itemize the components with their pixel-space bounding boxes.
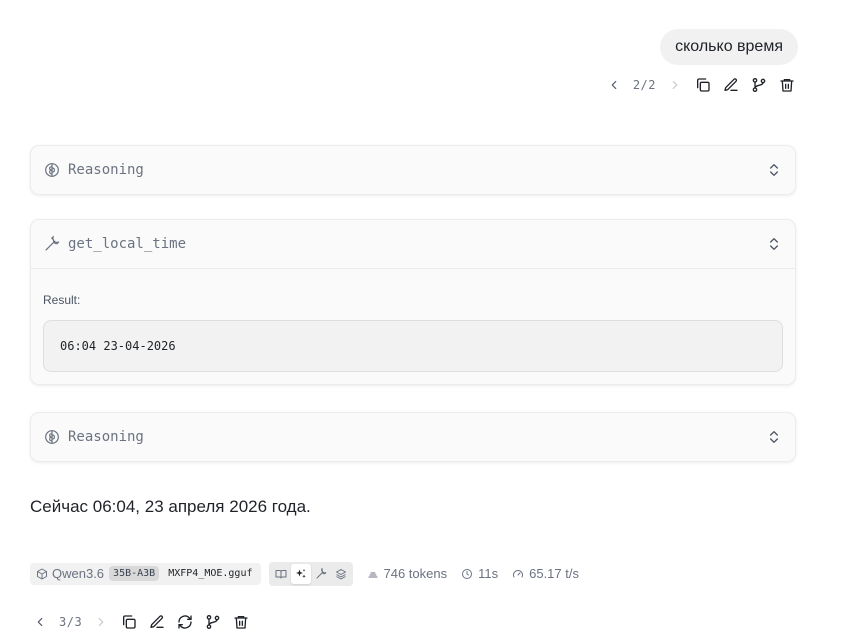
edit-button[interactable] bbox=[720, 74, 742, 96]
duration-text: 11s bbox=[478, 566, 499, 581]
wrench-icon bbox=[45, 236, 60, 251]
user-message-bubble: сколько время bbox=[660, 29, 798, 65]
mode-tools-button[interactable] bbox=[311, 564, 331, 584]
assistant-message-actions: 3/3 bbox=[29, 611, 252, 633]
speed: 65.17 t/s bbox=[512, 566, 579, 581]
delete-button[interactable] bbox=[230, 611, 252, 633]
prev-version-button[interactable] bbox=[29, 611, 51, 633]
mode-read-button[interactable] bbox=[271, 564, 291, 584]
next-version-button[interactable] bbox=[664, 74, 686, 96]
stack-icon bbox=[368, 572, 377, 577]
prev-version-button[interactable] bbox=[603, 74, 625, 96]
chevrons-up-down-icon[interactable] bbox=[766, 236, 782, 252]
tool-result-section: Result: 06:04 23-04-2026 bbox=[31, 268, 795, 384]
cube-icon bbox=[37, 568, 47, 579]
chevrons-up-down-icon[interactable] bbox=[766, 162, 782, 178]
generation-stats: Qwen3.6 35B-A3B MXFP4_MOE.gguf 746 token… bbox=[30, 561, 579, 586]
trash-icon bbox=[234, 616, 248, 629]
chevron-left-icon bbox=[611, 80, 617, 90]
token-count: 746 tokens bbox=[367, 566, 448, 581]
copy-icon bbox=[697, 78, 710, 92]
result-value: 06:04 23-04-2026 bbox=[60, 339, 176, 353]
next-version-button[interactable] bbox=[90, 611, 112, 633]
mode-layers-button[interactable] bbox=[331, 564, 351, 584]
reasoning-header[interactable]: Reasoning bbox=[31, 413, 795, 461]
refresh-icon bbox=[178, 615, 192, 629]
duration: 11s bbox=[461, 566, 498, 581]
model-chip[interactable]: Qwen3.6 35B-A3B MXFP4_MOE.gguf bbox=[30, 562, 261, 585]
clock-icon bbox=[462, 568, 473, 579]
reasoning-title: Reasoning bbox=[68, 429, 144, 445]
copy-icon bbox=[123, 615, 136, 629]
mode-sparkle-button[interactable] bbox=[290, 563, 311, 584]
chevron-left-icon bbox=[37, 617, 43, 627]
sparkles-icon bbox=[295, 568, 306, 578]
delete-button[interactable] bbox=[776, 74, 798, 96]
branch-button[interactable] bbox=[202, 611, 224, 633]
copy-button[interactable] bbox=[692, 74, 714, 96]
result-label: Result: bbox=[43, 293, 81, 307]
result-value-box: 06:04 23-04-2026 bbox=[43, 320, 783, 372]
tool-name: get_local_time bbox=[68, 236, 187, 252]
reasoning-panel[interactable]: Reasoning bbox=[30, 145, 796, 195]
reasoning-header[interactable]: Reasoning bbox=[31, 146, 795, 194]
copy-button[interactable] bbox=[118, 611, 140, 633]
tool-call-panel: get_local_time Result: 06:04 23-04-2026 bbox=[30, 219, 796, 385]
model-name: Qwen3.6 bbox=[52, 566, 105, 581]
branch-button[interactable] bbox=[748, 74, 770, 96]
chevrons-up-down-icon[interactable] bbox=[766, 429, 782, 445]
trash-icon bbox=[780, 79, 794, 92]
gauge-icon bbox=[513, 569, 524, 577]
edit-button[interactable] bbox=[146, 611, 168, 633]
speed-text: 65.17 t/s bbox=[529, 566, 579, 581]
model-size-badge: 35B-A3B bbox=[109, 566, 160, 581]
chevron-right-icon bbox=[98, 617, 104, 627]
regenerate-button[interactable] bbox=[174, 611, 196, 633]
token-count-text: 746 tokens bbox=[383, 566, 448, 581]
tool-call-header[interactable]: get_local_time bbox=[31, 220, 795, 268]
branch-icon bbox=[752, 78, 766, 92]
edit-icon bbox=[150, 615, 164, 628]
brain-icon bbox=[45, 163, 59, 177]
edit-icon bbox=[724, 78, 738, 91]
reasoning-title: Reasoning bbox=[68, 162, 144, 178]
version-pager: 3/3 bbox=[59, 615, 83, 629]
user-message-actions: 2/2 bbox=[603, 74, 798, 96]
version-pager: 2/2 bbox=[632, 78, 656, 92]
user-message-text: сколько время bbox=[675, 38, 783, 55]
view-mode-toggle bbox=[268, 561, 353, 586]
layers-icon bbox=[335, 568, 346, 579]
model-file-name: MXFP4_MOE.gguf bbox=[168, 568, 253, 579]
book-icon bbox=[275, 569, 286, 578]
brain-icon bbox=[45, 430, 59, 444]
reasoning-panel[interactable]: Reasoning bbox=[30, 412, 796, 462]
assistant-message-text: Сейчас 06:04, 23 апреля 2026 года. bbox=[30, 497, 311, 516]
branch-icon bbox=[206, 615, 220, 629]
wrench-icon bbox=[316, 567, 326, 578]
chevron-right-icon bbox=[672, 80, 678, 90]
